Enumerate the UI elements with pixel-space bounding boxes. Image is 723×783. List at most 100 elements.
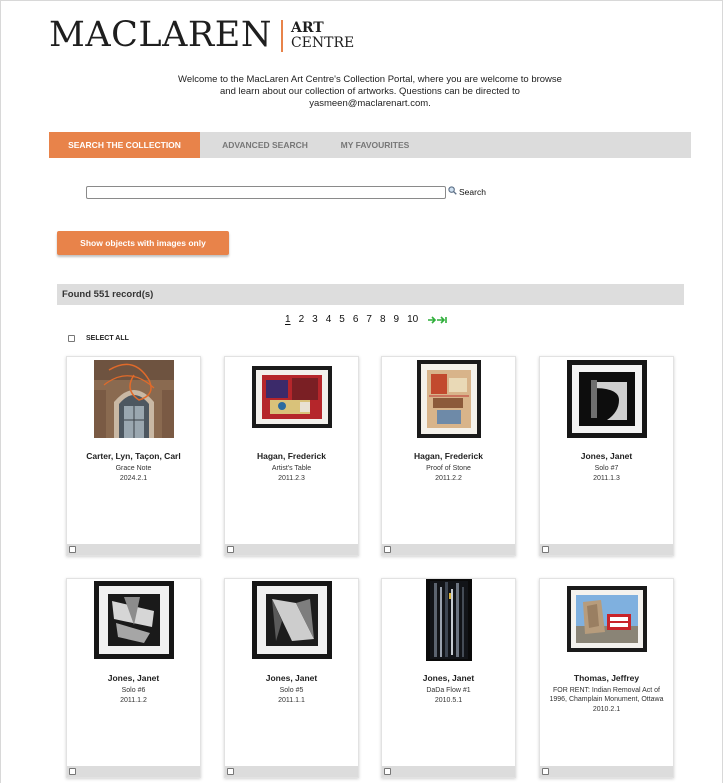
card-checkbox[interactable] — [69, 546, 76, 553]
card-checkbox[interactable] — [542, 768, 549, 775]
contact-email[interactable]: yasmeen@maclarenart.com. — [170, 98, 570, 110]
search-input[interactable] — [86, 186, 446, 199]
card-title: Solo #6 — [121, 687, 146, 694]
tab-bar: SEARCH THE COLLECTION ADVANCED SEARCH MY… — [49, 132, 691, 158]
results-count-bar: Found 551 record(s) — [57, 284, 684, 305]
results-count: Found 551 record(s) — [62, 289, 154, 300]
card-footer — [225, 766, 358, 777]
artwork-card[interactable]: Jones, Janet Solo #7 2011.1.3 — [539, 356, 674, 556]
card-title: Proof of Stone — [426, 465, 471, 472]
tab-search-collection[interactable]: SEARCH THE COLLECTION — [49, 132, 200, 158]
card-checkbox[interactable] — [384, 768, 391, 775]
logo-divider — [280, 19, 283, 52]
card-artist: Jones, Janet — [422, 673, 475, 683]
card-footer — [67, 766, 200, 777]
page-link[interactable]: 6 — [353, 314, 359, 325]
card-artist: Thomas, Jeffrey — [573, 673, 640, 683]
search-button[interactable]: Search — [448, 186, 486, 197]
card-artist: Jones, Janet — [265, 673, 318, 683]
card-info: Hagan, Frederick Proof of Stone 2011.2.2 — [386, 451, 511, 483]
card-accession: 2010.5.1 — [434, 697, 463, 704]
pagination: 1 2 3 4 5 6 7 8 9 10 — [281, 314, 448, 325]
artwork-thumbnail[interactable] — [382, 579, 515, 661]
page-link[interactable]: 3 — [312, 314, 318, 325]
page-link[interactable]: 10 — [407, 314, 418, 325]
card-info: Jones, Janet Solo #5 2011.1.1 — [229, 673, 354, 705]
card-title: FOR RENT: Indian Removal Act of 1996, Ch… — [549, 687, 664, 703]
card-accession: 2024.2.1 — [119, 475, 148, 482]
card-checkbox[interactable] — [227, 768, 234, 775]
logo-wordmark: MACLAREN — [49, 15, 272, 55]
card-accession: 2011.1.1 — [278, 697, 305, 704]
card-footer — [540, 544, 673, 555]
card-info: Jones, Janet Solo #7 2011.1.3 — [544, 451, 669, 483]
card-artist: Jones, Janet — [107, 673, 160, 683]
artwork-card[interactable]: Jones, Janet Solo #5 2011.1.1 — [224, 578, 359, 778]
artwork-thumbnail[interactable] — [67, 581, 200, 659]
artwork-card[interactable]: Hagan, Frederick Artist's Table 2011.2.3 — [224, 356, 359, 556]
select-all-label: SELECT ALL — [86, 335, 129, 342]
artwork-thumbnail[interactable] — [225, 366, 358, 428]
card-footer — [382, 766, 515, 777]
card-title: Artist's Table — [271, 465, 312, 472]
card-title: Grace Note — [115, 465, 152, 472]
logo-subtitle: ART CENTRE — [291, 21, 354, 50]
card-footer — [225, 544, 358, 555]
card-title: Solo #5 — [279, 687, 304, 694]
artwork-card[interactable]: Carter, Lyn, Taçon, Carl Grace Note 2024… — [66, 356, 201, 556]
artwork-card[interactable]: Hagan, Frederick Proof of Stone 2011.2.2 — [381, 356, 516, 556]
card-artist: Carter, Lyn, Taçon, Carl — [86, 451, 181, 461]
card-accession: 2011.2.2 — [435, 475, 462, 482]
artwork-thumbnail[interactable] — [382, 360, 515, 438]
card-info: Carter, Lyn, Taçon, Carl Grace Note 2024… — [71, 451, 196, 483]
card-checkbox[interactable] — [227, 546, 234, 553]
logo-centre: CENTRE — [290, 35, 355, 51]
search-icon — [448, 186, 459, 197]
card-info: Thomas, Jeffrey FOR RENT: Indian Removal… — [544, 673, 669, 714]
card-checkbox[interactable] — [384, 546, 391, 553]
card-info: Hagan, Frederick Artist's Table 2011.2.3 — [229, 451, 354, 483]
card-accession: 2011.1.2 — [120, 697, 147, 704]
page-link[interactable]: 9 — [394, 314, 400, 325]
card-artist: Jones, Janet — [580, 451, 633, 461]
artwork-card[interactable]: Thomas, Jeffrey FOR RENT: Indian Removal… — [539, 578, 674, 778]
artwork-thumbnail[interactable] — [225, 581, 358, 659]
search-button-label: Search — [459, 186, 486, 197]
card-title: DaDa Flow #1 — [426, 687, 471, 694]
card-checkbox[interactable] — [69, 768, 76, 775]
maclaren-logo[interactable]: MACLAREN ART CENTRE — [49, 18, 354, 53]
card-info: Jones, Janet Solo #6 2011.1.2 — [71, 673, 196, 705]
artwork-card[interactable]: Jones, Janet DaDa Flow #1 2010.5.1 — [381, 578, 516, 778]
page-link[interactable]: 4 — [326, 314, 332, 325]
card-title: Solo #7 — [594, 465, 619, 472]
artwork-thumbnail[interactable] — [67, 360, 200, 438]
card-footer — [382, 544, 515, 555]
artwork-thumbnail[interactable] — [540, 360, 673, 438]
page-link[interactable]: 2 — [299, 314, 305, 325]
logo-art: ART — [290, 20, 324, 36]
tab-my-favourites[interactable]: MY FAVOURITES — [330, 132, 420, 158]
page-link[interactable]: 8 — [380, 314, 386, 325]
welcome-line-2: and learn about our collection of artwor… — [220, 86, 520, 97]
card-accession: 2010.2.1 — [592, 706, 621, 713]
show-images-only-button[interactable]: Show objects with images only — [57, 231, 229, 255]
card-accession: 2011.1.3 — [593, 475, 620, 482]
page-link[interactable]: 5 — [339, 314, 345, 325]
welcome-message: Welcome to the MacLaren Art Centre's Col… — [170, 74, 570, 110]
card-footer — [67, 544, 200, 555]
card-info: Jones, Janet DaDa Flow #1 2010.5.1 — [386, 673, 511, 705]
card-artist: Hagan, Frederick — [257, 451, 326, 461]
page-current[interactable]: 1 — [281, 314, 295, 325]
welcome-line-1: Welcome to the MacLaren Art Centre's Col… — [178, 74, 562, 85]
artwork-card[interactable]: Jones, Janet Solo #6 2011.1.2 — [66, 578, 201, 778]
select-all[interactable]: SELECT ALL — [68, 335, 129, 342]
tab-advanced-search[interactable]: ADVANCED SEARCH — [200, 132, 330, 158]
card-artist: Hagan, Frederick — [414, 451, 483, 461]
artwork-thumbnail[interactable] — [540, 586, 673, 652]
next-last-arrows-icon[interactable] — [428, 315, 448, 324]
card-accession: 2011.2.3 — [278, 475, 305, 482]
page-link[interactable]: 7 — [366, 314, 372, 325]
card-checkbox[interactable] — [542, 546, 549, 553]
card-footer — [540, 766, 673, 777]
select-all-checkbox[interactable] — [68, 335, 75, 342]
